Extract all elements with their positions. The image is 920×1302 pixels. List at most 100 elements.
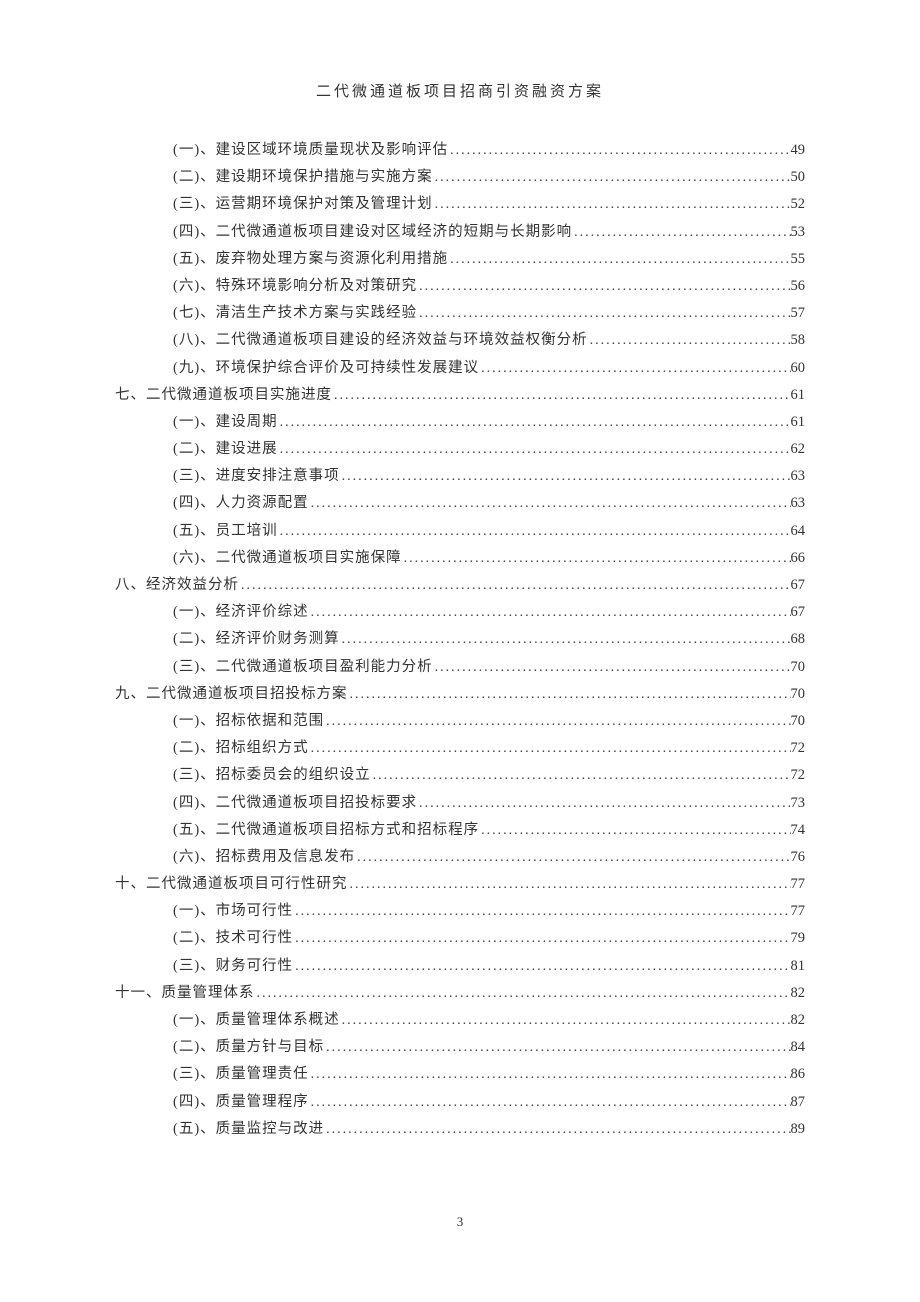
toc-entry: (二)、招标组织方式 72: [115, 735, 805, 762]
toc-entry: (六)、特殊环境影响分析及对策研究 56: [115, 273, 805, 300]
toc-entry-page: 61: [791, 409, 806, 436]
toc-entry: 八、经济效益分析 67: [115, 572, 805, 599]
toc-entry-page: 79: [791, 925, 806, 952]
toc-entry: (五)、员工培训64: [115, 518, 805, 545]
toc-entry-page: 74: [791, 817, 806, 844]
toc-entry: (一)、市场可行性77: [115, 898, 805, 925]
toc-leader-dots: [588, 327, 791, 354]
toc-entry: 九、二代微通道板项目招投标方案70: [115, 681, 805, 708]
toc-entry-page: 89: [791, 1116, 806, 1143]
toc-entry-label: (三)、质量管理责任: [173, 1061, 309, 1088]
toc-entry-label: (二)、技术可行性: [173, 925, 293, 952]
toc-leader-dots: [448, 137, 790, 164]
toc-entry-page: 72: [791, 735, 806, 762]
toc-entry: (二)、技术可行性 79: [115, 925, 805, 952]
page-number: 3: [457, 1214, 464, 1229]
toc-entry: (七)、清洁生产技术方案与实践经验57: [115, 300, 805, 327]
toc-entry-page: 82: [791, 1007, 806, 1034]
toc-entry-label: (五)、废弃物处理方案与资源化利用措施: [173, 246, 448, 273]
toc-leader-dots: [293, 953, 790, 980]
toc-leader-dots: [371, 762, 791, 789]
toc-entry: (三)、质量管理责任86: [115, 1061, 805, 1088]
toc-entry-page: 53: [791, 219, 806, 246]
toc-entry-label: (三)、招标委员会的组织设立: [173, 762, 371, 789]
toc-leader-dots: [278, 518, 791, 545]
toc-leader-dots: [255, 980, 791, 1007]
toc-entry-label: (四)、质量管理程序: [173, 1089, 309, 1116]
toc-entry-page: 68: [791, 626, 806, 653]
toc-entry: (八)、二代微通道板项目建设的经济效益与环境效益权衡分析 58: [115, 327, 805, 354]
toc-entry-label: (五)、员工培训: [173, 518, 278, 545]
toc-leader-dots: [239, 572, 791, 599]
toc-entry-label: (六)、二代微通道板项目实施保障: [173, 545, 402, 572]
toc-entry-label: (一)、经济评价综述: [173, 599, 309, 626]
toc-entry-label: (三)、财务可行性: [173, 953, 293, 980]
toc-entry: (二)、质量方针与目标 84: [115, 1034, 805, 1061]
toc-entry-label: (六)、特殊环境影响分析及对策研究: [173, 273, 417, 300]
toc-entry-page: 67: [791, 599, 806, 626]
toc-entry-label: (一)、建设周期: [173, 409, 278, 436]
toc-entry-label: 九、二代微通道板项目招投标方案: [115, 681, 348, 708]
toc-entry-label: 七、二代微通道板项目实施进度: [115, 382, 332, 409]
toc-entry-label: 十、二代微通道板项目可行性研究: [115, 871, 348, 898]
toc-entry: (三)、运营期环境保护对策及管理计划52: [115, 191, 805, 218]
toc-entry-page: 84: [791, 1034, 806, 1061]
toc-entry-page: 50: [791, 164, 806, 191]
toc-leader-dots: [417, 300, 790, 327]
toc-entry-label: (二)、建设进展: [173, 436, 278, 463]
toc-entry-label: (二)、招标组织方式: [173, 735, 309, 762]
toc-entry: (三)、二代微通道板项目盈利能力分析70: [115, 654, 805, 681]
toc-entry-page: 70: [791, 708, 806, 735]
toc-entry: (一)、建设区域环境质量现状及影响评估49: [115, 137, 805, 164]
toc-leader-dots: [479, 817, 790, 844]
toc-leader-dots: [572, 219, 790, 246]
toc-entry-label: (八)、二代微通道板项目建设的经济效益与环境效益权衡分析: [173, 327, 588, 354]
toc-entry-page: 77: [791, 871, 806, 898]
toc-entry-page: 63: [791, 490, 806, 517]
toc-leader-dots: [417, 790, 790, 817]
toc-leader-dots: [309, 490, 791, 517]
document-page: 二代微通道板项目招商引资融资方案 (一)、建设区域环境质量现状及影响评估49(二…: [0, 0, 920, 1143]
toc-leader-dots: [293, 898, 790, 925]
toc-leader-dots: [433, 191, 791, 218]
toc-leader-dots: [309, 1061, 791, 1088]
toc-entry-label: (四)、人力资源配置: [173, 490, 309, 517]
toc-entry-label: 八、经济效益分析: [115, 572, 239, 599]
toc-entry: (四)、二代微通道板项目招投标要求73: [115, 790, 805, 817]
toc-leader-dots: [340, 1007, 791, 1034]
toc-leader-dots: [332, 382, 791, 409]
toc-leader-dots: [278, 409, 791, 436]
toc-entry-page: 55: [791, 246, 806, 273]
toc-entry-label: (五)、二代微通道板项目招标方式和招标程序: [173, 817, 479, 844]
toc-leader-dots: [293, 925, 790, 952]
toc-entry-page: 67: [791, 572, 806, 599]
toc-entry: (五)、二代微通道板项目招标方式和招标程序 74: [115, 817, 805, 844]
toc-entry: (二)、建设进展62: [115, 436, 805, 463]
toc-entry-label: (二)、质量方针与目标: [173, 1034, 324, 1061]
toc-leader-dots: [348, 681, 791, 708]
toc-entry-label: (五)、质量监控与改进: [173, 1116, 324, 1143]
toc-entry: (三)、财务可行性81: [115, 953, 805, 980]
toc-entry-label: (三)、二代微通道板项目盈利能力分析: [173, 654, 433, 681]
toc-entry-page: 58: [791, 327, 806, 354]
toc-entry: (九)、环境保护综合评价及可持续性发展建议60: [115, 355, 805, 382]
toc-entry-page: 56: [791, 273, 806, 300]
toc-leader-dots: [324, 708, 790, 735]
toc-entry: 十、二代微通道板项目可行性研究 77: [115, 871, 805, 898]
toc-leader-dots: [309, 735, 791, 762]
toc-entry-page: 49: [791, 137, 806, 164]
toc-entry-page: 66: [791, 545, 806, 572]
toc-leader-dots: [355, 844, 790, 871]
toc-entry-label: (一)、质量管理体系概述: [173, 1007, 340, 1034]
toc-leader-dots: [448, 246, 790, 273]
toc-entry: (一)、质量管理体系概述 82: [115, 1007, 805, 1034]
toc-entry-label: (六)、招标费用及信息发布: [173, 844, 355, 871]
toc-leader-dots: [278, 436, 791, 463]
toc-leader-dots: [433, 654, 791, 681]
toc-entry-label: (二)、建设期环境保护措施与实施方案: [173, 164, 433, 191]
toc-leader-dots: [402, 545, 791, 572]
toc-entry-page: 76: [791, 844, 806, 871]
toc-entry: (三)、招标委员会的组织设立72: [115, 762, 805, 789]
toc-leader-dots: [348, 871, 791, 898]
toc-entry-page: 77: [791, 898, 806, 925]
